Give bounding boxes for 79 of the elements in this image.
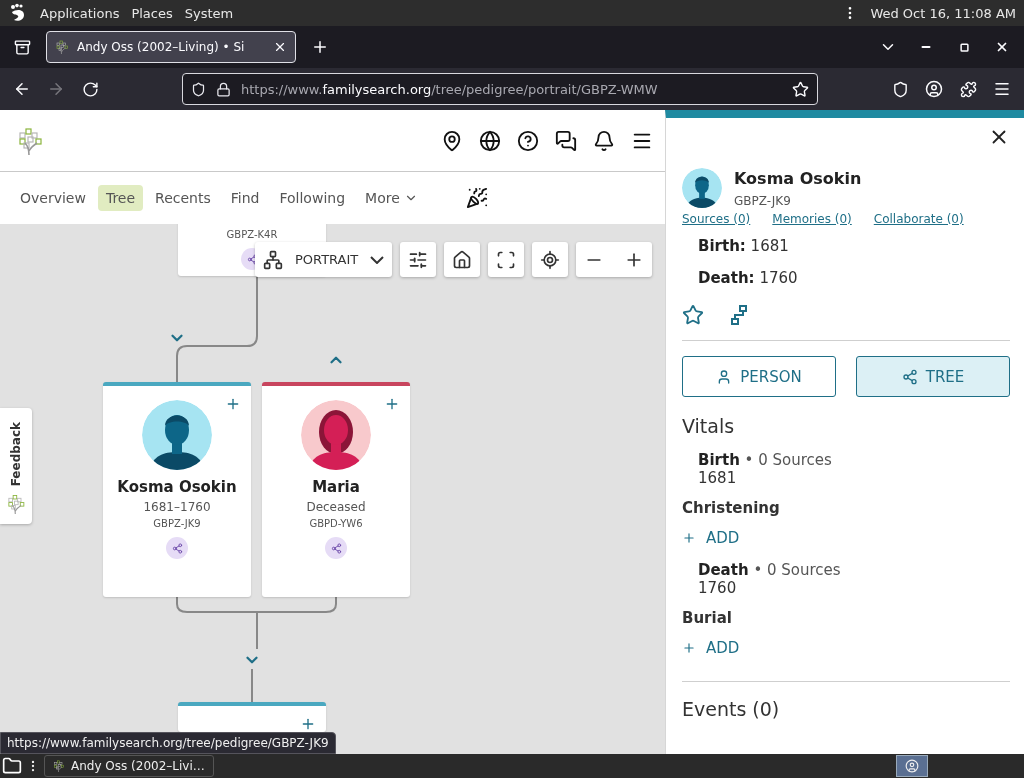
plus-icon — [682, 531, 696, 545]
view-dropdown[interactable]: PORTRAIT — [255, 242, 393, 277]
folder-icon[interactable] — [2, 756, 22, 776]
person-button[interactable]: PERSON — [682, 356, 836, 397]
messages-icon[interactable] — [555, 129, 577, 152]
status-tooltip: https://www.familysearch.org/tree/pedigree/GBPZ-JK9 — [0, 732, 336, 754]
person-name: Maria — [312, 478, 360, 496]
vital-heading: Birth • 0 Sources — [698, 451, 833, 469]
browser-tab[interactable]: Andy Oss (2002–Living) • Si — [46, 31, 296, 63]
home-icon[interactable] — [444, 242, 481, 277]
add-icon[interactable] — [384, 396, 400, 412]
add-icon[interactable] — [300, 716, 316, 732]
nodes-icon — [901, 368, 918, 385]
vital-value: 1681 — [698, 469, 738, 487]
link[interactable]: Sources (0) — [682, 212, 751, 226]
nav-tab[interactable]: Find — [222, 185, 268, 211]
workspace-icon[interactable] — [896, 755, 928, 777]
person-card[interactable] — [178, 702, 326, 732]
globe-icon[interactable] — [479, 129, 501, 152]
close-icon[interactable] — [273, 40, 287, 54]
feedback-tab[interactable]: Feedback — [0, 408, 32, 524]
add-link[interactable]: ADD — [682, 529, 1010, 547]
signpost-icon[interactable] — [325, 537, 347, 559]
task-button[interactable]: Andy Oss (2002–Livi… — [44, 755, 214, 777]
nav-tab[interactable]: Overview — [12, 185, 94, 211]
tree-branch-icon[interactable] — [730, 304, 748, 326]
party-popper-icon[interactable] — [465, 187, 488, 209]
menu-item[interactable]: Places — [131, 5, 173, 21]
person-code: GBPD-YW6 — [309, 518, 363, 529]
map-pin-icon[interactable] — [441, 129, 463, 152]
person-code: GBPZ-K4R — [226, 229, 278, 240]
address-field[interactable]: https://www.familysearch.org/tree/pedigree/portrait/GBPZ-WMW — [182, 73, 818, 105]
nav-tab[interactable]: Following — [271, 185, 354, 211]
lifespan: 1681–1760 — [143, 500, 211, 514]
nav-tab[interactable]: Recents — [147, 185, 219, 211]
logo-icon[interactable] — [53, 758, 65, 774]
fact-text: Birth: 1681 — [698, 236, 790, 257]
bookmark-star-icon[interactable] — [792, 80, 809, 98]
add-icon[interactable] — [225, 396, 241, 412]
person-code: GBPZ-JK9 — [153, 518, 201, 529]
vital-value: 1760 — [698, 579, 738, 597]
locate-icon[interactable] — [532, 242, 569, 277]
vital-heading: Christening — [682, 499, 781, 517]
nav-tab[interactable]: More — [357, 185, 426, 211]
section-title: Events (0) — [682, 698, 781, 720]
person-code: GBPZ-JK9 — [734, 193, 792, 208]
connector-line — [251, 668, 253, 703]
plus-icon — [682, 641, 696, 655]
person-card[interactable]: Kosma Osokin 1681–1760 GBPZ-JK9 — [103, 382, 251, 597]
settings-icon[interactable] — [400, 242, 437, 277]
shield-icon[interactable] — [191, 81, 206, 97]
person-silhouette-icon — [301, 400, 371, 470]
fact-text: Death: 1760 — [698, 268, 799, 289]
hierarchy-icon — [263, 249, 283, 270]
person-name: Kosma Osokin — [117, 478, 237, 496]
person-silhouette-icon — [142, 400, 212, 470]
clock: Wed Oct 16, 11:08 AM — [870, 5, 1016, 21]
person-silhouette-icon — [682, 168, 722, 208]
chevron-down-icon — [370, 255, 385, 264]
signpost-icon[interactable] — [166, 537, 188, 559]
person-name: Kosma Osokin — [734, 168, 862, 188]
add-link[interactable]: ADD — [682, 639, 1010, 657]
link[interactable]: Collaborate (0) — [873, 212, 964, 226]
lifespan: Deceased — [306, 500, 366, 514]
tree-button[interactable]: TREE — [856, 356, 1010, 397]
vital-heading: Burial — [682, 609, 733, 627]
bell-icon[interactable] — [593, 129, 615, 152]
menu-item[interactable]: Applications — [40, 5, 120, 21]
menu-item[interactable]: System — [184, 5, 234, 21]
nav-tab[interactable]: Tree — [97, 185, 144, 211]
fullscreen-icon[interactable] — [488, 242, 525, 277]
star-icon[interactable] — [682, 304, 704, 326]
help-icon[interactable] — [517, 129, 539, 152]
section-title: Vitals — [682, 415, 736, 437]
logo-icon[interactable] — [55, 38, 69, 56]
person-card[interactable]: Maria Deceased GBPD-YW6 — [262, 382, 410, 597]
lock-icon[interactable] — [216, 81, 231, 97]
vital-heading: Death • 0 Sources — [698, 561, 842, 579]
link[interactable]: Memories (0) — [772, 212, 852, 226]
